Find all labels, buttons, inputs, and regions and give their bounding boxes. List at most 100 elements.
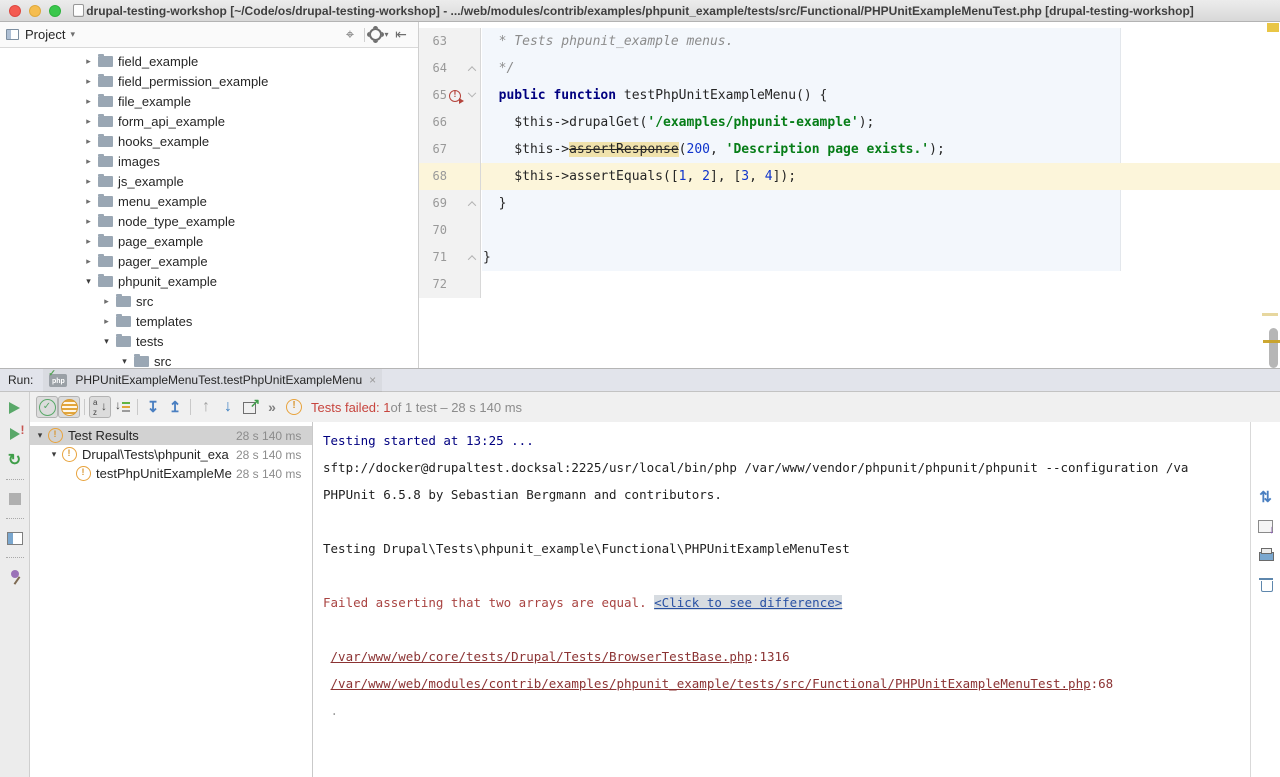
editor-line-70[interactable]: 70 <box>419 217 1280 244</box>
error-stripe-warning-indicator[interactable] <box>1267 23 1279 32</box>
run-icon[interactable] <box>4 397 26 419</box>
console-link[interactable]: /var/www/web/core/tests/Drupal/Tests/Bro… <box>331 649 752 664</box>
test-tree-row[interactable]: ▾Drupal\Tests\phpunit_exa28 s 140 ms <box>30 445 312 464</box>
chevron-down-icon[interactable]: ▾ <box>34 430 46 441</box>
trash-icon[interactable] <box>1255 573 1277 595</box>
test-tree-row[interactable]: ▾Test Results28 s 140 ms <box>30 426 312 445</box>
code-text[interactable]: public function testPhpUnitExampleMenu()… <box>481 82 1280 109</box>
code-text[interactable]: $this->assertEquals([1, 2], [3, 4]); <box>481 163 1280 190</box>
sort-duration-icon[interactable] <box>111 396 133 418</box>
fold-marker-icon[interactable] <box>467 66 475 74</box>
sort-alpha-icon[interactable] <box>89 396 111 418</box>
editor-line-72[interactable]: 72 <box>419 271 1280 298</box>
code-text[interactable]: $this->assertResponse(200, 'Description … <box>481 136 1280 163</box>
error-stripe-tick-current[interactable] <box>1263 340 1280 343</box>
chevron-down-icon[interactable]: ▾ <box>82 276 95 287</box>
editor-line-64[interactable]: 64 */ <box>419 55 1280 82</box>
chevrons-icon[interactable] <box>261 396 283 418</box>
sidebar-item-src[interactable]: ▾src <box>0 351 418 368</box>
chevron-right-icon[interactable]: ▸ <box>82 116 95 127</box>
code-text[interactable]: */ <box>481 55 1280 82</box>
fold-marker-icon[interactable] <box>467 201 475 209</box>
code-editor[interactable]: 63 * Tests phpunit_example menus.64 */65… <box>419 22 1280 368</box>
show-passed-icon[interactable] <box>36 396 58 418</box>
chevron-right-icon[interactable]: ▸ <box>82 176 95 187</box>
auto-test-icon[interactable] <box>4 449 26 471</box>
warning-icon[interactable] <box>283 396 305 418</box>
restore-layout-icon[interactable] <box>4 527 26 549</box>
fold-marker-icon[interactable] <box>467 88 475 96</box>
sidebar-item-form_api_example[interactable]: ▸form_api_example <box>0 111 418 131</box>
sidebar-item-field_permission_example[interactable]: ▸field_permission_example <box>0 71 418 91</box>
sidebar-item-templates[interactable]: ▸templates <box>0 311 418 331</box>
chevron-down-icon[interactable]: ▾ <box>118 356 131 367</box>
chevron-right-icon[interactable]: ▸ <box>82 236 95 247</box>
code-text[interactable]: } <box>481 244 1280 271</box>
chevron-right-icon[interactable]: ▸ <box>82 196 95 207</box>
project-panel-title[interactable]: Project <box>25 27 65 42</box>
sidebar-item-field_example[interactable]: ▸field_example <box>0 51 418 71</box>
editor-line-68[interactable]: 68 $this->assertEquals([1, 2], [3, 4]); <box>419 163 1280 190</box>
close-icon[interactable] <box>4 592 26 614</box>
chevron-right-icon[interactable]: ▸ <box>100 296 113 307</box>
test-console[interactable]: Testing started at 13:25 ...sftp://docke… <box>313 422 1250 777</box>
sidebar-item-node_type_example[interactable]: ▸node_type_example <box>0 211 418 231</box>
next-failed-icon[interactable] <box>217 396 239 418</box>
sidebar-item-file_example[interactable]: ▸file_example <box>0 91 418 111</box>
up-icon[interactable] <box>1255 428 1277 450</box>
error-stripe-tick[interactable] <box>1262 313 1278 316</box>
sidebar-item-src[interactable]: ▸src <box>0 291 418 311</box>
chevron-right-icon[interactable]: ▸ <box>82 256 95 267</box>
chevron-right-icon[interactable]: ▸ <box>82 156 95 167</box>
code-text[interactable]: * Tests phpunit_example menus. <box>481 28 1280 55</box>
sidebar-item-hooks_example[interactable]: ▸hooks_example <box>0 131 418 151</box>
rerun-failed-icon[interactable] <box>4 423 26 445</box>
editor-scrollbar[interactable] <box>1269 328 1278 368</box>
editor-line-71[interactable]: 71} <box>419 244 1280 271</box>
fold-marker-icon[interactable] <box>467 255 475 263</box>
locate-icon[interactable] <box>339 24 361 46</box>
sidebar-item-pager_example[interactable]: ▸pager_example <box>0 251 418 271</box>
sidebar-item-menu_example[interactable]: ▸menu_example <box>0 191 418 211</box>
collapse-all-icon[interactable] <box>164 396 186 418</box>
editor-line-69[interactable]: 69 } <box>419 190 1280 217</box>
sidebar-item-js_example[interactable]: ▸js_example <box>0 171 418 191</box>
sidebar-item-images[interactable]: ▸images <box>0 151 418 171</box>
track-test-icon[interactable] <box>1255 486 1277 508</box>
chevron-right-icon[interactable]: ▸ <box>82 56 95 67</box>
chevron-right-icon[interactable]: ▸ <box>82 216 95 227</box>
console-link[interactable]: <Click to see difference> <box>654 595 842 610</box>
sidebar-item-tests[interactable]: ▾tests <box>0 331 418 351</box>
hide-panel-icon[interactable] <box>390 24 412 46</box>
test-tree-row[interactable]: testPhpUnitExampleMe28 s 140 ms <box>30 464 312 483</box>
chevron-right-icon[interactable]: ▸ <box>82 76 95 87</box>
scroll-end-icon[interactable] <box>1255 515 1277 537</box>
run-configuration-tab[interactable]: php PHPUnitExampleMenuTest.testPhpUnitEx… <box>43 369 382 392</box>
console-link[interactable]: /var/www/web/modules/contrib/examples/ph… <box>331 676 1091 691</box>
print-icon[interactable] <box>1255 544 1277 566</box>
sidebar-item-phpunit_example[interactable]: ▾phpunit_example <box>0 271 418 291</box>
stop-icon[interactable] <box>4 488 26 510</box>
expand-all-icon[interactable] <box>142 396 164 418</box>
sidebar-item-page_example[interactable]: ▸page_example <box>0 231 418 251</box>
code-text[interactable] <box>481 271 1280 298</box>
editor-line-63[interactable]: 63 * Tests phpunit_example menus. <box>419 28 1280 55</box>
pin-icon[interactable] <box>4 566 26 588</box>
chevron-right-icon[interactable]: ▸ <box>82 96 95 107</box>
chevron-right-icon[interactable]: ▸ <box>82 136 95 147</box>
gear-icon[interactable] <box>368 24 390 46</box>
editor-line-67[interactable]: 67 $this->assertResponse(200, 'Descripti… <box>419 136 1280 163</box>
code-text[interactable]: $this->drupalGet('/examples/phpunit-exam… <box>481 109 1280 136</box>
chevron-down-icon[interactable]: ▾ <box>70 29 75 40</box>
failed-test-run-icon[interactable]: ! <box>449 90 461 102</box>
chevron-down-icon[interactable]: ▾ <box>100 336 113 347</box>
editor-line-66[interactable]: 66 $this->drupalGet('/examples/phpunit-e… <box>419 109 1280 136</box>
chevron-right-icon[interactable]: ▸ <box>100 316 113 327</box>
chevron-down-icon[interactable]: ▾ <box>48 449 60 460</box>
close-tab-icon[interactable]: × <box>369 373 376 387</box>
show-ignored-icon[interactable] <box>58 396 80 418</box>
prev-failed-icon[interactable] <box>195 396 217 418</box>
editor-line-65[interactable]: 65! public function testPhpUnitExampleMe… <box>419 82 1280 109</box>
down-icon[interactable] <box>1255 457 1277 479</box>
code-text[interactable]: } <box>481 190 1280 217</box>
